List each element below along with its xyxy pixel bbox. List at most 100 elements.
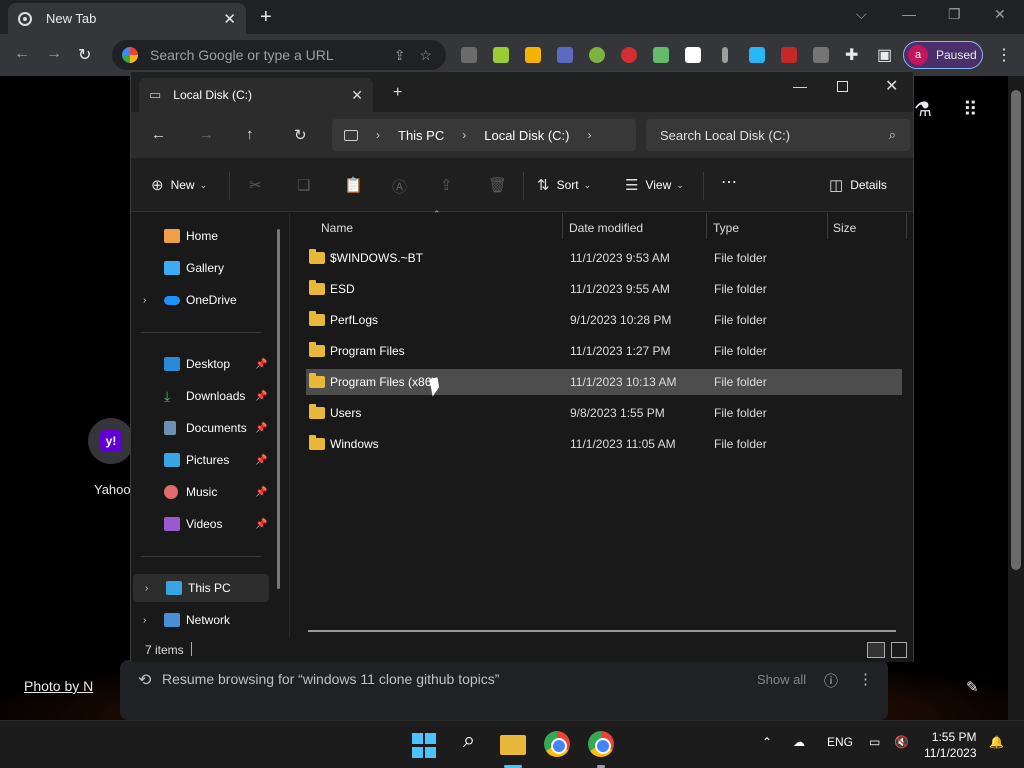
new-button[interactable]: ⊕ New ⌄ bbox=[151, 176, 207, 194]
clock[interactable]: 1:55 PM 11/1/2023 bbox=[924, 729, 977, 761]
table-row[interactable]: Users 9/8/2023 1:55 PM File folder bbox=[306, 400, 902, 426]
maximize-icon[interactable] bbox=[837, 81, 848, 92]
chevron-right-icon[interactable]: › bbox=[376, 128, 380, 142]
breadcrumb-local-disk[interactable]: Local Disk (C:) bbox=[484, 128, 569, 143]
chevron-right-icon[interactable]: › bbox=[462, 128, 466, 142]
back-icon[interactable]: ← bbox=[14, 45, 30, 63]
page-scrollbar[interactable] bbox=[1008, 76, 1024, 720]
sidebar-item-documents[interactable]: Documents 📌 bbox=[131, 414, 271, 442]
google-apps-icon[interactable]: ⠿ bbox=[963, 97, 978, 122]
extension-icon[interactable] bbox=[813, 47, 829, 63]
language-indicator[interactable]: ENG bbox=[827, 735, 853, 749]
chevron-right-icon[interactable]: › bbox=[143, 295, 146, 306]
pin-icon[interactable]: 📌 bbox=[255, 391, 267, 402]
minimize-icon[interactable]: — bbox=[902, 6, 916, 22]
bookmark-star-icon[interactable]: ☆ bbox=[419, 47, 432, 64]
forward-icon[interactable]: → bbox=[46, 45, 62, 63]
photo-credit-link[interactable]: Photo by N bbox=[24, 678, 93, 694]
pin-icon[interactable]: 📌 bbox=[255, 455, 267, 466]
table-row[interactable]: Windows 11/1/2023 11:05 AM File folder bbox=[306, 431, 902, 457]
close-window-icon[interactable]: ✕ bbox=[885, 76, 898, 96]
restore-icon[interactable]: ❐ bbox=[948, 6, 961, 23]
new-explorer-tab-button[interactable]: + bbox=[393, 84, 402, 102]
sidebar-item-downloads[interactable]: ⤓ Downloads 📌 bbox=[131, 382, 271, 410]
sidebar-item-gallery[interactable]: Gallery bbox=[131, 254, 271, 282]
sort-button[interactable]: ⇅ Sort ⌄ bbox=[537, 176, 591, 194]
extension-icon[interactable] bbox=[493, 47, 509, 63]
extensions-puzzle-icon[interactable]: ✚ bbox=[845, 45, 858, 65]
extension-icon[interactable] bbox=[525, 47, 541, 63]
side-panel-icon[interactable]: ▣ bbox=[877, 45, 892, 65]
minimize-icon[interactable]: — bbox=[793, 78, 807, 94]
extension-icon[interactable] bbox=[589, 47, 605, 63]
pin-icon[interactable]: 📌 bbox=[255, 519, 267, 530]
extension-icon[interactable] bbox=[685, 47, 701, 63]
table-row[interactable]: Program Files (x86) 11/1/2023 10:13 AM F… bbox=[306, 369, 902, 395]
table-row[interactable]: PerfLogs 9/1/2023 10:28 PM File folder bbox=[306, 307, 902, 333]
pin-icon[interactable]: 📌 bbox=[255, 487, 267, 498]
chrome-tab-new-tab[interactable]: New Tab ✕ bbox=[8, 3, 246, 34]
resume-browsing-card[interactable]: ⟲ Resume browsing for “windows 11 clone … bbox=[120, 660, 888, 720]
see-more-icon[interactable]: ⋯ bbox=[721, 172, 737, 192]
details-button[interactable]: ◫ Details bbox=[829, 176, 887, 194]
sidebar-item-home[interactable]: Home bbox=[131, 222, 271, 250]
explorer-tab[interactable]: ▭ Local Disk (C:) ✕ bbox=[139, 78, 373, 112]
breadcrumb-this-pc[interactable]: This PC bbox=[398, 128, 444, 143]
column-header-name[interactable]: Name bbox=[321, 221, 353, 235]
file-explorer-taskbar-icon[interactable] bbox=[500, 735, 526, 755]
extension-icon[interactable] bbox=[461, 47, 477, 63]
sidebar-item-onedrive[interactable]: › OneDrive bbox=[131, 286, 271, 314]
omnibox[interactable]: Search Google or type a URL ⇪ ☆ bbox=[112, 40, 446, 70]
sidebar-item-music[interactable]: Music 📌 bbox=[131, 478, 271, 506]
extension-icon[interactable] bbox=[653, 47, 669, 63]
new-tab-button[interactable]: + bbox=[260, 6, 272, 29]
taskbar-search-icon[interactable]: ⌕ bbox=[456, 727, 482, 753]
start-button[interactable] bbox=[412, 733, 438, 759]
show-all-button[interactable]: Show all bbox=[757, 672, 806, 687]
breadcrumb[interactable]: › This PC › Local Disk (C:) › bbox=[332, 119, 636, 151]
copy-icon[interactable]: ❏ bbox=[297, 176, 310, 194]
sidebar-item-pictures[interactable]: Pictures 📌 bbox=[131, 446, 271, 474]
close-window-icon[interactable]: ✕ bbox=[994, 6, 1006, 23]
close-tab-icon[interactable]: ✕ bbox=[223, 10, 236, 28]
share-icon[interactable]: ⇪ bbox=[394, 47, 406, 64]
extension-icon[interactable] bbox=[722, 47, 728, 63]
sidebar-item-network[interactable]: › Network bbox=[131, 606, 271, 634]
extension-icon[interactable] bbox=[621, 47, 637, 63]
close-tab-icon[interactable]: ✕ bbox=[351, 87, 363, 104]
column-header-date[interactable]: Date modified bbox=[569, 221, 643, 235]
table-row[interactable]: $WINDOWS.~BT 11/1/2023 9:53 AM File fold… bbox=[306, 245, 902, 271]
chevron-right-icon[interactable]: › bbox=[143, 615, 146, 626]
up-icon[interactable]: ↑ bbox=[246, 126, 254, 143]
view-button[interactable]: ☰ View ⌄ bbox=[625, 176, 684, 194]
extension-icon[interactable] bbox=[781, 47, 797, 63]
profile-button[interactable]: a Paused bbox=[903, 41, 983, 69]
customize-pencil-icon[interactable]: ✎ bbox=[966, 678, 979, 696]
forward-icon[interactable]: → bbox=[199, 126, 214, 143]
sidebar-scrollbar[interactable] bbox=[277, 229, 280, 589]
paste-icon[interactable]: 📋 bbox=[344, 176, 363, 194]
horizontal-scrollbar[interactable] bbox=[308, 630, 896, 632]
scrollbar-thumb[interactable] bbox=[1011, 90, 1021, 570]
cut-icon[interactable]: ✂ bbox=[249, 176, 262, 194]
sidebar-item-desktop[interactable]: Desktop 📌 bbox=[131, 350, 271, 378]
column-header-size[interactable]: Size bbox=[833, 221, 856, 235]
share-icon[interactable]: ⇪ bbox=[440, 176, 453, 194]
show-hidden-icons-icon[interactable]: ⌃ bbox=[762, 735, 772, 749]
details-view-icon[interactable] bbox=[867, 642, 885, 658]
sidebar-item-videos[interactable]: Videos 📌 bbox=[131, 510, 271, 538]
chevron-right-icon[interactable]: › bbox=[145, 583, 148, 594]
chrome-taskbar-icon[interactable] bbox=[544, 731, 570, 757]
reload-icon[interactable]: ↻ bbox=[78, 45, 91, 65]
rename-icon[interactable]: Ⓐ bbox=[392, 176, 407, 197]
table-row[interactable]: ESD 11/1/2023 9:55 AM File folder bbox=[306, 276, 902, 302]
refresh-icon[interactable]: ↻ bbox=[294, 126, 307, 144]
delete-icon[interactable]: 🗑 bbox=[488, 176, 507, 194]
tab-search-icon[interactable]: ⌵ bbox=[856, 6, 867, 23]
tiles-view-icon[interactable] bbox=[891, 642, 907, 658]
volume-muted-icon[interactable]: 🔇 bbox=[894, 735, 909, 749]
pin-icon[interactable]: 📌 bbox=[255, 359, 267, 370]
chevron-right-icon[interactable]: › bbox=[587, 128, 591, 142]
chrome-taskbar-icon[interactable] bbox=[588, 731, 614, 757]
notification-bell-icon[interactable]: 🔔 bbox=[989, 735, 1004, 749]
